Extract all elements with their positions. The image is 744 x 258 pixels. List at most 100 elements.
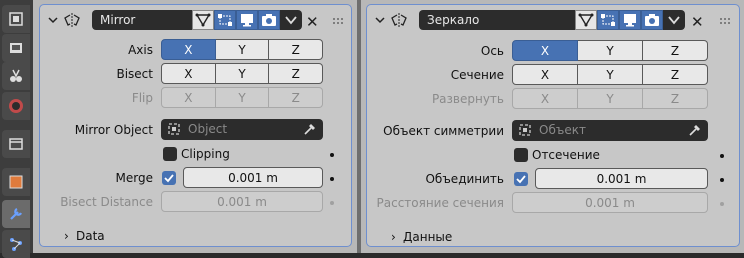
bisect-x-button[interactable]: X (161, 63, 216, 84)
data-subpanel-header[interactable]: › Data (64, 229, 105, 243)
realtime-viewport-button[interactable] (236, 10, 258, 30)
clipping-label: Clipping (181, 147, 230, 161)
axis-x-button[interactable]: X (512, 40, 578, 61)
properties-tab-strip (0, 0, 33, 258)
merge-label: Merge (115, 171, 153, 185)
bisect-toggle-group: X Y Z (512, 64, 708, 85)
eyedropper-icon[interactable] (688, 123, 702, 137)
clipping-checkbox[interactable] (514, 148, 528, 162)
tool-tab[interactable] (2, 5, 30, 33)
modifier-tab[interactable] (2, 200, 30, 228)
object-tab[interactable] (2, 168, 30, 196)
checkmark-icon (516, 175, 526, 184)
bisect-distance-label: Расстояние сечения (376, 196, 505, 210)
bisect-distance-label: Bisect Distance (60, 195, 153, 209)
flip-y-button[interactable]: Y (578, 88, 643, 109)
camera-icon (262, 14, 276, 26)
data-subpanel-label: Данные (403, 230, 453, 244)
flip-x-button[interactable]: X (161, 87, 216, 108)
edit-mode-icon (601, 14, 615, 26)
particles-icon (10, 238, 22, 251)
flip-toggle-group: X Y Z (161, 87, 324, 108)
chevron-down-icon (285, 16, 297, 25)
keyframe-dot[interactable] (330, 153, 334, 157)
clipping-checkbox[interactable] (163, 147, 177, 161)
merge-checkbox[interactable] (162, 171, 176, 185)
axis-label: Axis (128, 43, 153, 57)
axis-x-button[interactable]: X (161, 39, 216, 60)
bisect-z-button[interactable]: Z (269, 63, 324, 84)
keyframe-dot[interactable] (720, 154, 724, 158)
vertex-triangle-icon (578, 13, 594, 27)
mirror-modifier-icon (64, 13, 80, 27)
edit-mode-cage-button[interactable] (575, 10, 597, 30)
merge-distance-field[interactable]: 0.001 m (183, 167, 323, 188)
monitor-icon (624, 14, 636, 27)
flip-z-button[interactable]: Z (269, 87, 324, 108)
drag-grip-icon[interactable] (332, 17, 344, 25)
mirror-object-label: Mirror Object (74, 123, 153, 137)
bisect-distance-field[interactable]: 0.001 m (161, 191, 323, 212)
keyframe-dot[interactable] (330, 177, 334, 181)
edit-mode-button[interactable] (214, 10, 236, 30)
bisect-label: Сечение (450, 68, 504, 82)
mirror-object-placeholder: Объект (539, 123, 586, 137)
modifier-name-field[interactable]: Зеркало (419, 10, 575, 30)
keyframe-dot[interactable] (720, 202, 724, 206)
object-select-icon (168, 123, 180, 135)
world-tab[interactable] (2, 92, 30, 120)
render-toggle-button[interactable] (641, 10, 663, 30)
axis-label: Ось (480, 44, 504, 58)
merge-distance-field[interactable]: 0.001 m (535, 168, 708, 189)
drag-grip-icon[interactable] (719, 17, 731, 25)
bisect-y-button[interactable]: Y (578, 64, 643, 85)
bisect-distance-field[interactable]: 0.001 m (512, 192, 708, 213)
bisect-x-button[interactable]: X (512, 64, 578, 85)
eyedropper-icon[interactable] (303, 122, 317, 136)
axis-toggle-group: X Y Z (161, 39, 324, 60)
merge-label: Объединить (425, 172, 504, 186)
chevron-right-icon: › (64, 229, 69, 243)
flip-z-button[interactable]: Z (643, 88, 708, 109)
edit-mode-icon (218, 14, 232, 26)
output-icon (10, 69, 22, 82)
chevron-down-icon[interactable] (374, 14, 386, 26)
close-icon[interactable]: ✕ (691, 13, 704, 31)
render-icon (10, 43, 22, 53)
chevron-down-icon[interactable] (47, 14, 59, 26)
bisect-y-button[interactable]: Y (215, 63, 270, 84)
keyframe-dot[interactable] (330, 201, 334, 205)
axis-y-button[interactable]: Y (578, 40, 643, 61)
modifier-name-field[interactable]: Mirror (92, 10, 192, 30)
tool-icon (9, 12, 23, 26)
object-select-icon (519, 124, 531, 136)
render-tab[interactable] (2, 34, 30, 62)
realtime-viewport-button[interactable] (619, 10, 641, 30)
collection-icon (9, 138, 23, 150)
axis-z-button[interactable]: Z (269, 39, 324, 60)
particles-tab[interactable] (2, 230, 30, 258)
bisect-z-button[interactable]: Z (643, 64, 708, 85)
mirror-object-field[interactable]: Объект (512, 120, 708, 141)
close-icon[interactable]: ✕ (306, 13, 319, 31)
flip-x-button[interactable]: X (512, 88, 578, 109)
flip-y-button[interactable]: Y (215, 87, 270, 108)
mirror-modifier-icon (391, 13, 407, 27)
output-tab[interactable] (2, 62, 30, 90)
mirror-object-field[interactable]: Object (161, 119, 323, 140)
chevron-right-icon: › (391, 230, 396, 244)
flip-label: Flip (131, 91, 153, 105)
merge-checkbox[interactable] (514, 172, 528, 186)
edit-mode-button[interactable] (597, 10, 619, 30)
modifier-menu-button[interactable] (280, 10, 302, 30)
edit-mode-cage-button[interactable] (192, 10, 214, 30)
vertex-triangle-icon (195, 13, 211, 27)
modifier-header: Зеркало ✕ (367, 9, 739, 31)
render-toggle-button[interactable] (258, 10, 280, 30)
data-subpanel-header[interactable]: › Данные (391, 230, 452, 244)
collection-tab[interactable] (2, 130, 30, 158)
keyframe-dot[interactable] (720, 178, 724, 182)
axis-y-button[interactable]: Y (215, 39, 270, 60)
axis-z-button[interactable]: Z (643, 40, 708, 61)
modifier-menu-button[interactable] (663, 10, 685, 30)
